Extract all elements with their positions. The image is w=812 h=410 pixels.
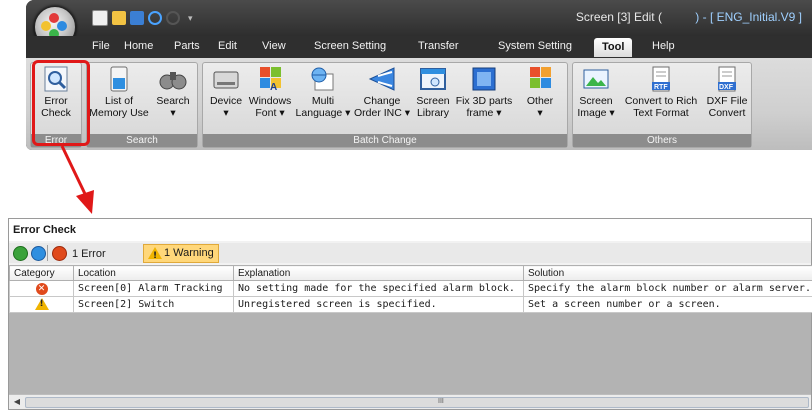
warning-count: 1 Warning bbox=[164, 247, 214, 259]
error-filter-icon[interactable] bbox=[52, 246, 67, 261]
column-header-solution[interactable]: Solution bbox=[523, 265, 812, 281]
scroll-left-icon[interactable]: ◀ bbox=[11, 396, 23, 407]
warning-icon bbox=[148, 247, 162, 265]
location-cell: Screen[2] Switch bbox=[73, 296, 234, 313]
error-table: Category Location Explanation Solution ✕… bbox=[9, 265, 812, 313]
column-header-category[interactable]: Category bbox=[9, 265, 74, 281]
warning-filter-button[interactable]: 1 Warning bbox=[143, 244, 219, 265]
solution-cell: Specify the alarm block number or alarm … bbox=[523, 280, 812, 297]
column-header-explanation[interactable]: Explanation bbox=[233, 265, 524, 281]
table-header-row: Category Location Explanation Solution bbox=[9, 265, 812, 281]
refresh-check-icon[interactable] bbox=[13, 246, 28, 261]
table-row[interactable]: Screen[2] Switch Unregistered screen is … bbox=[9, 296, 812, 313]
horizontal-scrollbar[interactable]: ◀ III bbox=[9, 394, 811, 409]
warning-icon bbox=[34, 298, 49, 310]
solution-cell: Set a screen number or a screen. bbox=[523, 296, 812, 313]
error-icon: ✕ bbox=[35, 282, 48, 295]
column-header-location[interactable]: Location bbox=[73, 265, 234, 281]
error-count[interactable]: 1 Error bbox=[72, 248, 106, 260]
category-cell: ✕ bbox=[9, 280, 74, 297]
toolbar-divider bbox=[47, 245, 48, 261]
location-cell: Screen[0] Alarm Tracking bbox=[73, 280, 234, 297]
error-check-title: Error Check bbox=[9, 219, 811, 241]
category-cell bbox=[9, 296, 74, 313]
explanation-cell: Unregistered screen is specified. bbox=[233, 296, 524, 313]
error-check-toolbar: 1 Error 1 Warning bbox=[9, 243, 811, 265]
error-check-window: Error Check 1 Error 1 Warning Category L… bbox=[8, 218, 812, 410]
scroll-grip-icon: III bbox=[438, 398, 444, 405]
error-grid: Category Location Explanation Solution ✕… bbox=[9, 265, 812, 395]
table-row[interactable]: ✕ Screen[0] Alarm Tracking No setting ma… bbox=[9, 280, 812, 297]
explanation-cell: No setting made for the specified alarm … bbox=[233, 280, 524, 297]
scrollbar-thumb[interactable]: III bbox=[25, 397, 809, 408]
jump-icon[interactable] bbox=[31, 246, 46, 261]
